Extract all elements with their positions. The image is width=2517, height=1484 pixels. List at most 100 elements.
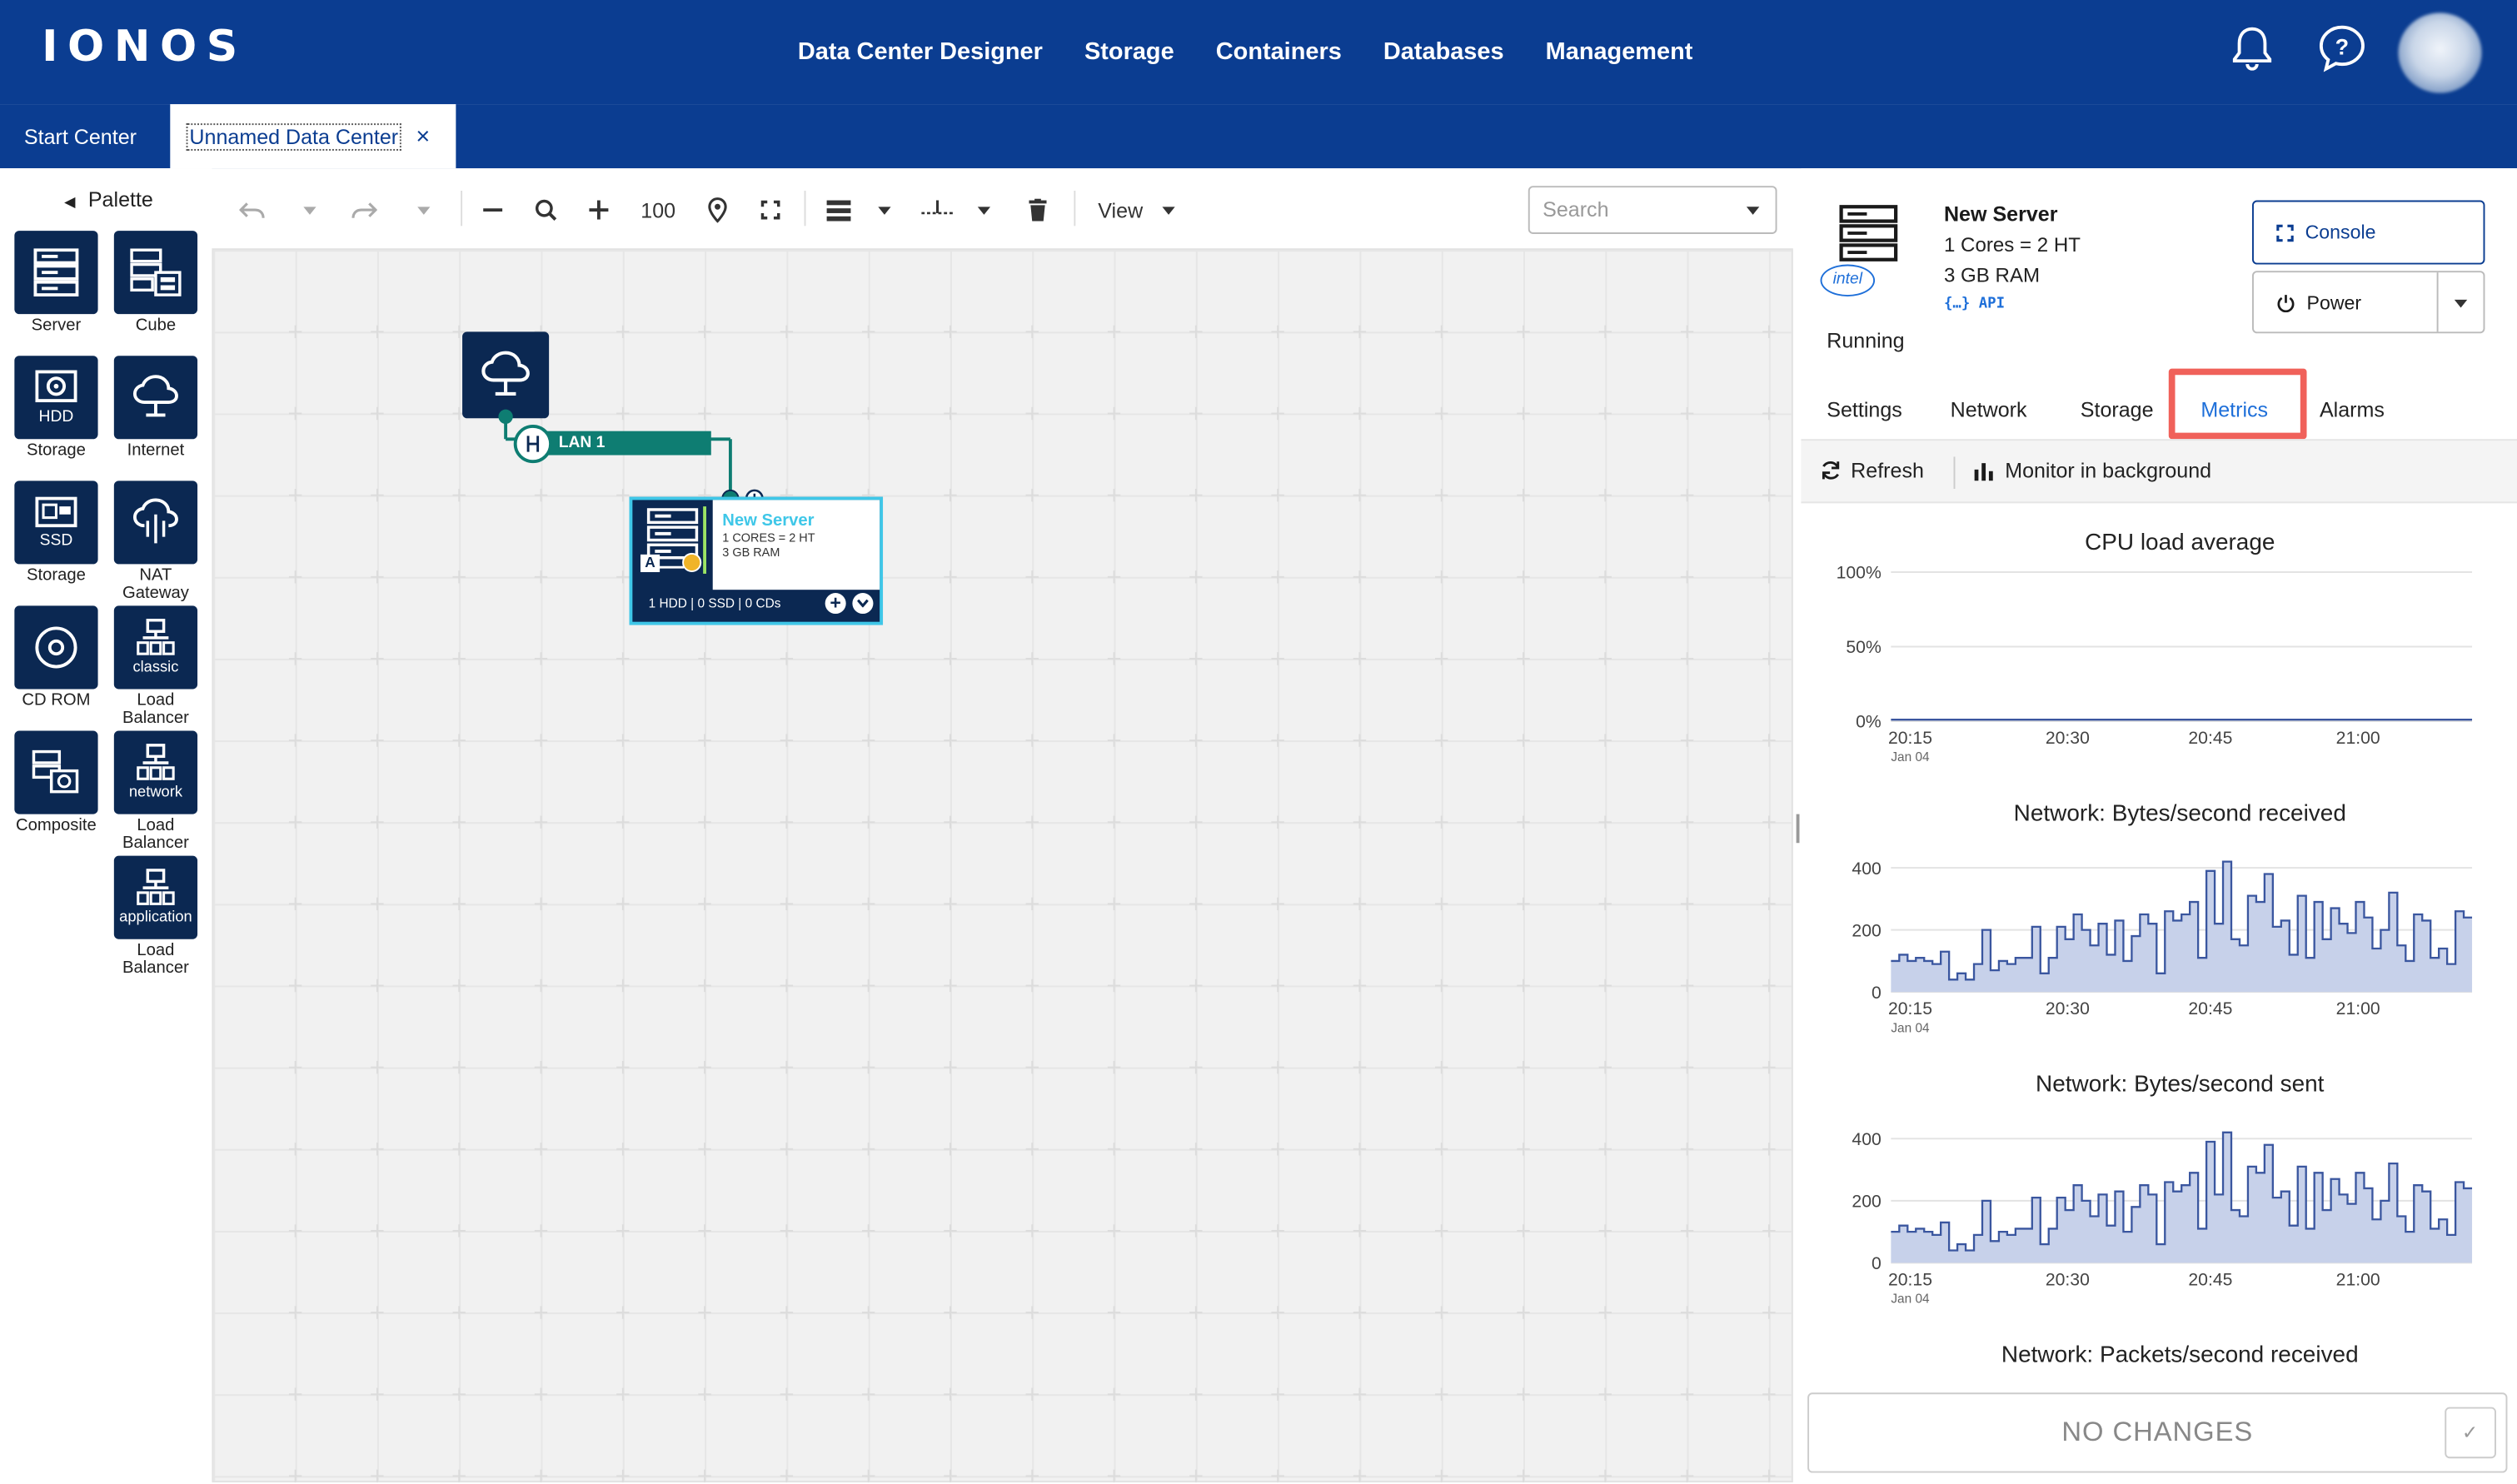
y-tick-label: 0: [1872, 1254, 1882, 1273]
redo-icon[interactable]: [350, 194, 379, 226]
series-area: [1891, 1132, 2473, 1263]
cube-icon: [113, 231, 198, 315]
metrics-toolbar: Refresh Monitor in background: [1801, 439, 2517, 504]
nav-storage[interactable]: Storage: [1084, 38, 1174, 66]
palette-hdd-label: Storage: [27, 441, 86, 461]
server-node-storage: 1 HDD | 0 SSD | 0 CDs: [648, 595, 781, 611]
nav-data-center-designer[interactable]: Data Center Designer: [798, 38, 1043, 66]
close-tab-icon[interactable]: ×: [416, 122, 430, 150]
ssd-icon: SSD: [14, 481, 98, 565]
y-tick-label: 0: [1872, 984, 1882, 1003]
chevron-down-icon[interactable]: [852, 593, 874, 615]
load-balancer-icon: application: [113, 855, 198, 939]
server-icon: [14, 231, 98, 315]
power-icon: [2277, 294, 2295, 312]
locate-icon[interactable]: [703, 194, 732, 226]
x-tick-label: 21:00: [2336, 1270, 2380, 1289]
y-tick-label: 0%: [1856, 713, 1882, 732]
monitor-background-button[interactable]: Monitor in background: [1974, 458, 2211, 482]
top-bar: IONOS Data Center Designer Storage Conta…: [0, 0, 2517, 105]
palette-ssd-storage[interactable]: SSD Storage: [7, 481, 106, 585]
bytes-sent-chart: 400 200 0 20:15 20:30 20:45 21:00 Jan 04: [1852, 1130, 2473, 1307]
details-tabs: Settings Network Storage Metrics Alarms: [1801, 380, 2517, 437]
apply-check-button[interactable]: ✓: [2445, 1407, 2496, 1459]
list-icon[interactable]: [824, 194, 853, 226]
server-node-icon-area: A: [632, 500, 710, 586]
palette-composite[interactable]: Composite: [7, 730, 106, 835]
cpu-load-chart: 100% 50% 0% 20:15 20:30 20:45 21:00 Jan 04: [1837, 564, 2473, 764]
palette-internet[interactable]: Internet: [106, 356, 205, 460]
power-dropdown-icon[interactable]: [2454, 299, 2468, 308]
palette-internet-label: Internet: [127, 441, 185, 461]
y-tick-label: 200: [1852, 1193, 1881, 1212]
list-dropdown-icon[interactable]: [875, 194, 894, 226]
tab-unnamed-data-center[interactable]: Unnamed Data Center ×: [170, 104, 456, 169]
nav-databases[interactable]: Databases: [1383, 38, 1504, 66]
zoom-fit-icon[interactable]: [531, 194, 561, 226]
undo-icon[interactable]: [237, 194, 267, 226]
x-tick-label: 20:30: [2046, 999, 2090, 1018]
user-avatar[interactable]: [2398, 12, 2482, 93]
help-icon[interactable]: ?: [2315, 21, 2370, 75]
delete-icon[interactable]: [1024, 194, 1050, 226]
designer-canvas[interactable]: LAN 1 A New Server 1 CORES = 2 HT 3 GB R…: [212, 248, 1793, 1483]
view-menu[interactable]: View: [1094, 194, 1146, 226]
panel-resize-handle[interactable]: [1796, 814, 1800, 844]
palette: ◀Palette Server Cube HDD Storage Intern: [0, 168, 212, 1484]
lan-switch-icon[interactable]: [513, 424, 552, 464]
palette-application-label: Load Balancer: [122, 940, 189, 978]
palette-application-load-balancer[interactable]: application Load Balancer: [106, 855, 205, 978]
ionos-logo[interactable]: IONOS: [42, 22, 247, 72]
x-date-label: Jan 04: [1891, 1021, 1930, 1035]
zoom-out-icon[interactable]: [478, 194, 507, 226]
palette-classic-load-balancer[interactable]: classic Load Balancer: [106, 605, 205, 727]
palette-cdrom-label: CD ROM: [22, 690, 91, 710]
toolbar-separator: [804, 191, 806, 227]
add-icon[interactable]: +: [825, 592, 846, 615]
tab-metrics[interactable]: Metrics: [2201, 380, 2268, 437]
bytes-received-chart: 400 200 0 20:15 20:30 20:45 21:00 Jan 04: [1852, 859, 2473, 1035]
align-icon[interactable]: [920, 194, 954, 226]
hdd-tag: HDD: [38, 407, 74, 426]
nav-management[interactable]: Management: [1546, 38, 1693, 66]
x-tick-label: 20:45: [2188, 999, 2232, 1018]
server-node-name: New Server: [722, 510, 815, 530]
lan-bar[interactable]: LAN 1: [530, 431, 711, 456]
align-dropdown-icon[interactable]: [974, 194, 994, 226]
power-button[interactable]: Power: [2252, 271, 2485, 334]
palette-nat-gateway[interactable]: NAT Gateway: [106, 481, 205, 602]
zoom-level[interactable]: 100: [634, 194, 682, 226]
no-changes-bar: NO CHANGES ✓: [1807, 1392, 2508, 1473]
nav-containers[interactable]: Containers: [1216, 38, 1342, 66]
palette-cd-rom[interactable]: CD ROM: [7, 605, 106, 710]
undo-dropdown-icon[interactable]: [300, 194, 319, 226]
cdrom-icon: [14, 605, 98, 690]
tab-alarms[interactable]: Alarms: [2320, 380, 2385, 437]
server-name: New Server: [1943, 202, 2058, 227]
tab-start-center[interactable]: Start Center: [0, 104, 162, 168]
palette-title-label: Palette: [87, 187, 153, 212]
console-button[interactable]: Console: [2252, 200, 2485, 265]
zoom-in-icon[interactable]: [585, 194, 614, 226]
fullscreen-icon: [2276, 223, 2294, 242]
redo-dropdown-icon[interactable]: [414, 194, 433, 226]
packets-received-chart-title: Network: Packets/second received: [2001, 1342, 2359, 1369]
bell-icon[interactable]: [2226, 22, 2278, 74]
tab-storage[interactable]: Storage: [2081, 380, 2154, 437]
tab-network[interactable]: Network: [1951, 380, 2027, 437]
view-dropdown-icon[interactable]: [1159, 194, 1179, 226]
palette-cube[interactable]: Cube: [106, 231, 205, 335]
palette-title[interactable]: ◀ Palette: [64, 187, 153, 212]
palette-server[interactable]: Server: [7, 231, 106, 335]
server-node-card[interactable]: A New Server 1 CORES = 2 HT 3 GB RAM 1 H…: [629, 496, 884, 625]
search-select[interactable]: Search: [1528, 186, 1777, 234]
x-tick-label: 20:15: [1888, 999, 1932, 1018]
api-link[interactable]: {…} API: [1944, 296, 2005, 312]
fullscreen-icon[interactable]: [756, 194, 785, 226]
palette-hdd-storage[interactable]: HDD Storage: [7, 356, 106, 460]
palette-ssd-label: Storage: [27, 565, 86, 585]
palette-network-load-balancer[interactable]: network Load Balancer: [106, 730, 205, 853]
tab-settings[interactable]: Settings: [1827, 380, 1902, 437]
refresh-button[interactable]: Refresh: [1821, 458, 1924, 482]
y-tick-label: 100%: [1837, 564, 1882, 583]
